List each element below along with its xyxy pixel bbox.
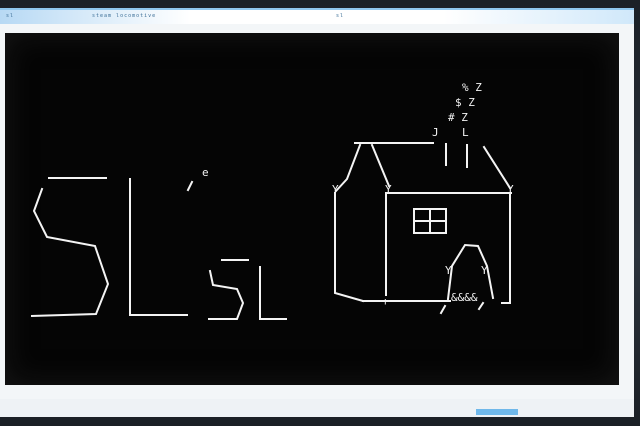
window-title-segment: sl: [6, 13, 15, 19]
ascii-house-steps: [439, 301, 485, 315]
ascii-smoke-letter: L: [462, 126, 469, 139]
ascii-small-s: [208, 259, 249, 320]
ascii-smoke-line: % Z: [462, 81, 482, 94]
ascii-roof-mark: Y: [445, 264, 452, 277]
ascii-house-window-cross: [413, 208, 447, 234]
ascii-roof-mark: Y: [332, 183, 339, 196]
window-title-segment: steam locomotive: [92, 13, 157, 19]
ascii-smoke-letter: J: [432, 126, 439, 139]
ascii-small-l: [259, 266, 287, 320]
ascii-big-l: [129, 178, 188, 316]
ascii-puff-slash: [186, 180, 194, 192]
window-statusbar: [0, 399, 634, 417]
ascii-house-roof: [334, 142, 512, 194]
status-tab[interactable]: [476, 409, 518, 415]
ascii-roof-mark: Y: [481, 264, 488, 277]
ascii-puff: e: [202, 166, 209, 179]
ascii-door-fill: &&&&: [451, 291, 478, 304]
ascii-roof-mark: Y: [507, 183, 514, 196]
ascii-smoke-line: # Z: [448, 111, 468, 124]
window-titlebar[interactable]: sl steam locomotive sl: [0, 10, 634, 24]
ascii-smoke-line: $ Z: [455, 96, 475, 109]
ascii-big-s: [30, 177, 110, 318]
ascii-branch-mark: +: [382, 295, 389, 308]
ascii-roof-mark: Y: [385, 183, 392, 196]
window-title-segment: sl: [336, 13, 345, 19]
sl-ascii-animation: % Z $ Z # Z J L e Y Y Y Y Y + &&&&: [30, 81, 514, 320]
terminal-screen[interactable]: % Z $ Z # Z J L e Y Y Y Y Y + &&&&: [5, 33, 619, 385]
